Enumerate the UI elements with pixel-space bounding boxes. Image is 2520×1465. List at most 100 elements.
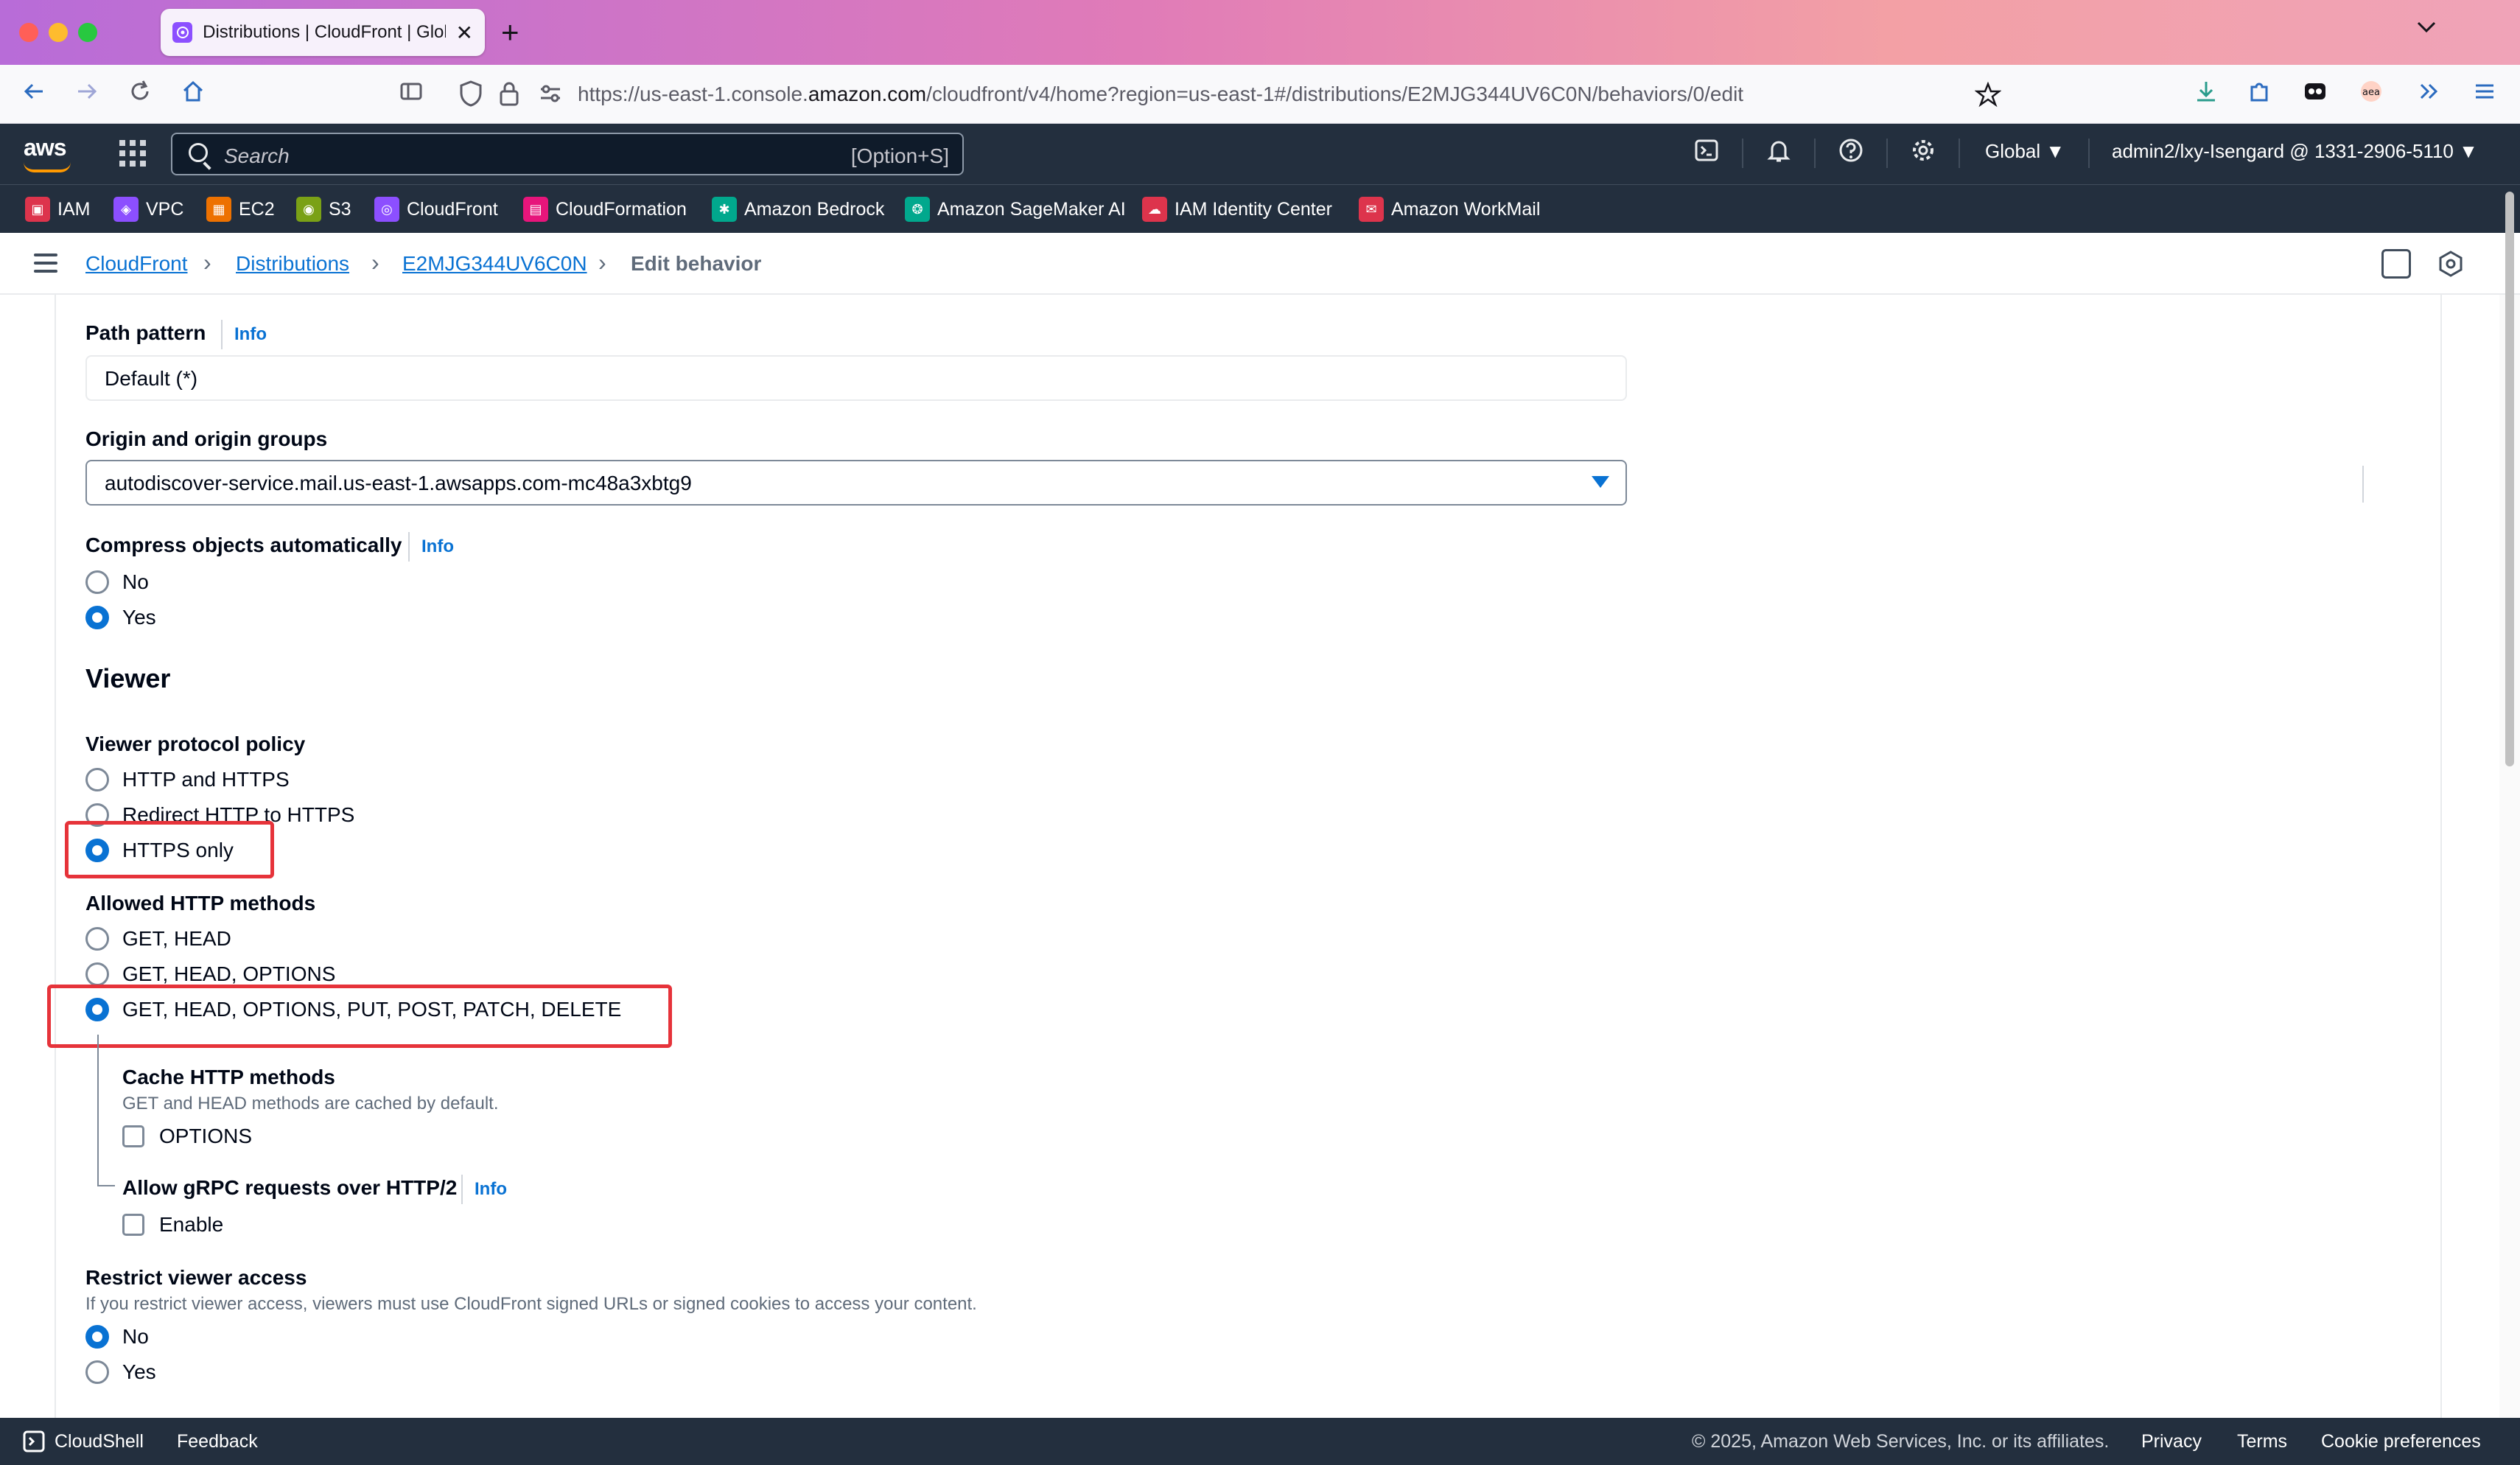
svg-text:aea: aea xyxy=(2362,87,2380,98)
favorites-bar: ▣ IAM ◈ VPC ▦ EC2 ◉ S3 ◎ CloudFront ▤ CloudFor… xyxy=(0,184,2520,233)
grpc-enable-checkbox-row[interactable]: Enable xyxy=(122,1210,223,1240)
browser-tab-active[interactable]: Distributions | CloudFront | Glob ✕ xyxy=(161,9,485,56)
favorite-amazon-bedrock[interactable]: ✱ Amazon Bedrock xyxy=(712,195,884,223)
menu-icon[interactable] xyxy=(2471,78,2498,113)
radio-button[interactable] xyxy=(85,927,109,951)
help-icon[interactable] xyxy=(1835,137,1867,169)
feedback-link[interactable]: Feedback xyxy=(177,1431,258,1452)
restrict-access-label: Restrict viewer access xyxy=(85,1266,307,1289)
extensions-icon[interactable] xyxy=(2246,78,2272,113)
favorite-ec2[interactable]: ▦ EC2 xyxy=(206,195,275,223)
checkbox[interactable] xyxy=(122,1125,144,1147)
search-icon xyxy=(189,143,208,162)
favorite-amazon-workmail[interactable]: ✉ Amazon WorkMail xyxy=(1359,195,1540,223)
app-icon[interactable] xyxy=(2302,78,2328,113)
viewer-section-heading: Viewer xyxy=(85,663,171,693)
browser-titlebar: Distributions | CloudFront | Glob ✕ + xyxy=(0,0,2520,65)
zoom-window-button[interactable] xyxy=(78,23,97,42)
region-selector[interactable]: Global ▼ xyxy=(1985,140,2065,163)
breadcrumb-distributions[interactable]: Distributions xyxy=(236,252,349,276)
checkbox[interactable] xyxy=(122,1214,144,1236)
favorite-iam[interactable]: ▣ IAM xyxy=(25,195,90,223)
cookie-preferences-link[interactable]: Cookie preferences xyxy=(2321,1431,2481,1452)
ec2-icon: ▦ xyxy=(206,197,231,222)
translate-icon[interactable]: aea xyxy=(2358,78,2384,113)
security-settings-icon[interactable] xyxy=(2436,249,2465,282)
breadcrumb-distribution-id[interactable]: E2MJG344UV6C0N xyxy=(402,252,587,276)
close-tab-icon[interactable]: ✕ xyxy=(456,21,473,45)
favorite-cloudfront[interactable]: ◎ CloudFront xyxy=(374,195,498,223)
cloudshell-icon[interactable] xyxy=(1690,137,1723,169)
side-nav-toggle-icon[interactable] xyxy=(34,254,57,273)
aws-logo[interactable]: aws xyxy=(24,134,71,172)
tools-panel-icon[interactable] xyxy=(2381,249,2411,279)
viewer-protocol-http-and-https[interactable]: HTTP and HTTPS xyxy=(85,765,290,794)
favorite-vpc[interactable]: ◈ VPC xyxy=(113,195,183,223)
radio-button[interactable] xyxy=(85,570,109,594)
bookmark-star-icon[interactable] xyxy=(1974,81,2002,111)
breadcrumb-cloudfront[interactable]: CloudFront xyxy=(85,252,188,276)
annotation-highlight-box xyxy=(65,821,274,878)
restrict-access-no[interactable]: No xyxy=(85,1322,149,1352)
cache-methods-description: GET and HEAD methods are cached by defau… xyxy=(122,1094,499,1113)
download-icon[interactable] xyxy=(2193,78,2219,113)
tab-list-chevron-icon[interactable] xyxy=(2415,16,2437,40)
permissions-icon[interactable] xyxy=(538,83,563,108)
search-input[interactable]: Search xyxy=(224,144,290,168)
grpc-info-link[interactable]: Info xyxy=(461,1175,507,1204)
annotation-highlight-box xyxy=(47,985,672,1048)
breadcrumb-chevron-icon: › xyxy=(371,249,379,276)
iam-icon: ▣ xyxy=(25,197,50,222)
radio-button-selected[interactable] xyxy=(85,1325,109,1349)
services-grid-icon[interactable] xyxy=(119,140,146,167)
cloudshell-link[interactable]: CloudShell xyxy=(55,1431,144,1452)
origin-select[interactable]: autodiscover-service.mail.us-east-1.awsa… xyxy=(85,460,1627,506)
allowed-methods-get-head[interactable]: GET, HEAD xyxy=(85,924,231,954)
scrollbar-thumb[interactable] xyxy=(2505,192,2514,766)
url-bar[interactable]: https://us-east-1.console.amazon.com/clo… xyxy=(447,72,2002,116)
cache-methods-label: Cache HTTP methods xyxy=(122,1066,335,1088)
sagemaker-icon: ❂ xyxy=(905,197,930,222)
notifications-bell-icon[interactable] xyxy=(1763,137,1795,169)
path-pattern-info-link[interactable]: Info xyxy=(221,320,267,349)
account-menu[interactable]: admin2/lxy-Isengard @ 1331-2906-5110 ▼ xyxy=(2112,140,2478,163)
compress-info-link[interactable]: Info xyxy=(408,532,454,562)
lock-icon[interactable] xyxy=(498,80,520,111)
reload-icon[interactable] xyxy=(127,78,153,113)
home-icon[interactable] xyxy=(180,78,206,113)
radio-button[interactable] xyxy=(85,1360,109,1384)
cache-options-checkbox-row[interactable]: OPTIONS xyxy=(122,1122,252,1151)
more-tools-icon[interactable] xyxy=(2415,78,2442,113)
sidebar-icon[interactable] xyxy=(398,78,424,113)
search-box[interactable]: Search [Option+S] xyxy=(171,133,964,175)
aws-top-nav: aws Search [Option+S] Global ▼ admin2/lx… xyxy=(0,124,2520,184)
terms-link[interactable]: Terms xyxy=(2237,1431,2287,1452)
page-scrollbar[interactable] xyxy=(2499,192,2520,1418)
new-tab-button[interactable]: + xyxy=(501,15,519,50)
favorite-amazon-sagemaker-ai[interactable]: ❂ Amazon SageMaker AI xyxy=(905,195,1126,223)
privacy-link[interactable]: Privacy xyxy=(2141,1431,2202,1452)
favorite-cloudformation[interactable]: ▤ CloudFormation xyxy=(523,195,687,223)
minimize-window-button[interactable] xyxy=(49,23,68,42)
compress-option-no[interactable]: No xyxy=(85,567,149,597)
restrict-access-yes[interactable]: Yes xyxy=(85,1357,156,1387)
back-icon[interactable] xyxy=(21,78,47,113)
favorite-iam-identity-center[interactable]: ☁ IAM Identity Center xyxy=(1142,195,1332,223)
favorite-s3[interactable]: ◉ S3 xyxy=(296,195,351,223)
cloudshell-footer-icon[interactable] xyxy=(22,1430,46,1457)
close-window-button[interactable] xyxy=(19,23,38,42)
path-pattern-field: Default (*) xyxy=(85,355,1627,401)
forward-icon[interactable] xyxy=(74,78,100,113)
radio-button-selected[interactable] xyxy=(85,606,109,629)
workmail-icon: ✉ xyxy=(1359,197,1384,222)
breadcrumb-bar: CloudFront › Distributions › E2MJG344UV6… xyxy=(0,233,2520,503)
tree-connector xyxy=(97,1069,115,1186)
compress-option-yes[interactable]: Yes xyxy=(85,603,156,632)
search-shortcut-hint: [Option+S] xyxy=(850,144,949,167)
radio-button[interactable] xyxy=(85,962,109,986)
radio-button[interactable] xyxy=(85,768,109,791)
cloudfront-favicon-icon xyxy=(172,22,193,43)
settings-gear-icon[interactable] xyxy=(1907,137,1939,169)
shield-icon[interactable] xyxy=(458,80,483,111)
url-text[interactable]: https://us-east-1.console.amazon.com/clo… xyxy=(578,83,1743,106)
